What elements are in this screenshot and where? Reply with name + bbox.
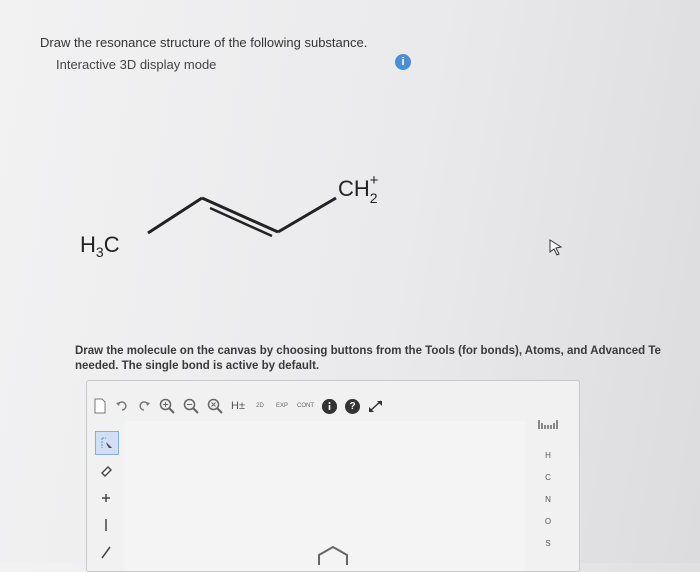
instructions-line-1: Draw the molecule on the canvas by choos… bbox=[75, 345, 661, 357]
single-bond-icon[interactable] bbox=[95, 514, 117, 536]
fullscreen-arrow-icon[interactable] bbox=[368, 397, 384, 415]
new-document-icon[interactable] bbox=[93, 397, 107, 415]
clean-2d-button[interactable]: 2D bbox=[253, 397, 267, 415]
contract-button[interactable]: CONT bbox=[297, 397, 314, 415]
help-button[interactable]: ? bbox=[345, 398, 360, 414]
zoom-out-icon[interactable] bbox=[183, 397, 199, 415]
bond-tools-panel bbox=[95, 431, 119, 568]
atoms-panel: H C N O S bbox=[535, 417, 561, 555]
eraser-icon[interactable] bbox=[95, 460, 117, 482]
double-bond-main bbox=[201, 196, 279, 234]
molecule-structure: H3C CH2+ bbox=[80, 172, 379, 260]
zoom-reset-icon[interactable] bbox=[207, 397, 223, 415]
hydrogen-toggle-button[interactable]: H± bbox=[231, 397, 245, 415]
periodic-table-icon[interactable] bbox=[535, 417, 561, 435]
h3c-label: H3C bbox=[80, 232, 120, 260]
editor-toolbar: H± 2D EXP CONT ? bbox=[93, 395, 384, 417]
expand-button[interactable]: EXP bbox=[275, 397, 289, 415]
zoom-in-icon[interactable] bbox=[159, 397, 175, 415]
molecule-editor: H± 2D EXP CONT ? H C N O S bbox=[86, 380, 580, 572]
template-ring-icon[interactable] bbox=[315, 545, 351, 565]
atom-c-button[interactable]: C bbox=[535, 467, 561, 489]
info-icon[interactable]: i bbox=[395, 54, 411, 70]
mouse-cursor-icon bbox=[549, 239, 563, 256]
question-prompt: Draw the resonance structure of the foll… bbox=[40, 35, 368, 50]
single-bond-1 bbox=[147, 196, 203, 235]
atom-s-button[interactable]: S bbox=[535, 533, 561, 555]
select-arrow-icon[interactable] bbox=[95, 431, 119, 455]
display-mode-label: Interactive 3D display mode bbox=[56, 57, 217, 72]
atom-h-button[interactable]: H bbox=[535, 445, 561, 467]
instructions-line-2: needed. The single bond is active by def… bbox=[75, 360, 320, 372]
single-bond-2 bbox=[277, 196, 337, 234]
double-bond-inner bbox=[209, 206, 273, 238]
atom-o-button[interactable]: O bbox=[535, 511, 561, 533]
ch2-plus-label: CH2+ bbox=[338, 172, 379, 206]
drawing-instructions: Draw the molecule on the canvas by choos… bbox=[75, 344, 700, 374]
info-circle-icon[interactable] bbox=[322, 398, 337, 414]
charge-plus-icon[interactable] bbox=[95, 487, 117, 509]
double-bond-icon[interactable] bbox=[95, 541, 117, 563]
redo-icon[interactable] bbox=[137, 397, 151, 415]
undo-icon[interactable] bbox=[115, 397, 129, 415]
atom-n-button[interactable]: N bbox=[535, 489, 561, 511]
